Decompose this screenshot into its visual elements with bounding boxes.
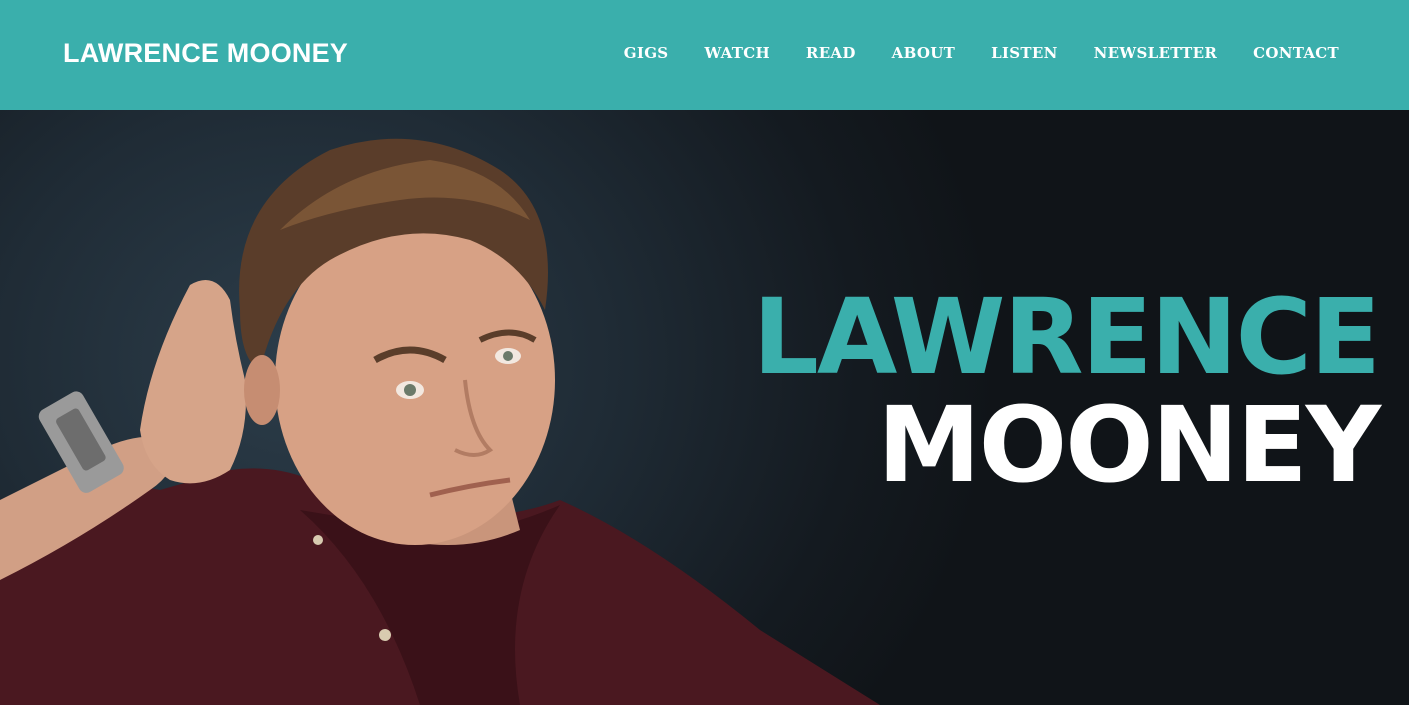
- hero-banner: LAWRENCE MOONEY: [0, 110, 1409, 705]
- site-logo[interactable]: LAWRENCE MOONEY: [63, 38, 348, 69]
- nav-about[interactable]: ABOUT: [892, 44, 955, 62]
- hero-title-first-name: LAWRENCE: [752, 276, 1381, 398]
- site-header: LAWRENCE MOONEY GIGS WATCH READ ABOUT LI…: [0, 0, 1409, 110]
- main-nav: GIGS WATCH READ ABOUT LISTEN NEWSLETTER …: [588, 44, 1339, 62]
- nav-gigs[interactable]: GIGS: [624, 44, 669, 62]
- nav-listen[interactable]: LISTEN: [991, 44, 1058, 62]
- hero-title: LAWRENCE MOONEY: [752, 276, 1381, 506]
- nav-newsletter[interactable]: NEWSLETTER: [1094, 44, 1218, 62]
- nav-watch[interactable]: WATCH: [704, 44, 769, 62]
- nav-contact[interactable]: CONTACT: [1253, 44, 1339, 62]
- nav-read[interactable]: READ: [806, 44, 856, 62]
- hero-title-last-name: MOONEY: [877, 384, 1381, 506]
